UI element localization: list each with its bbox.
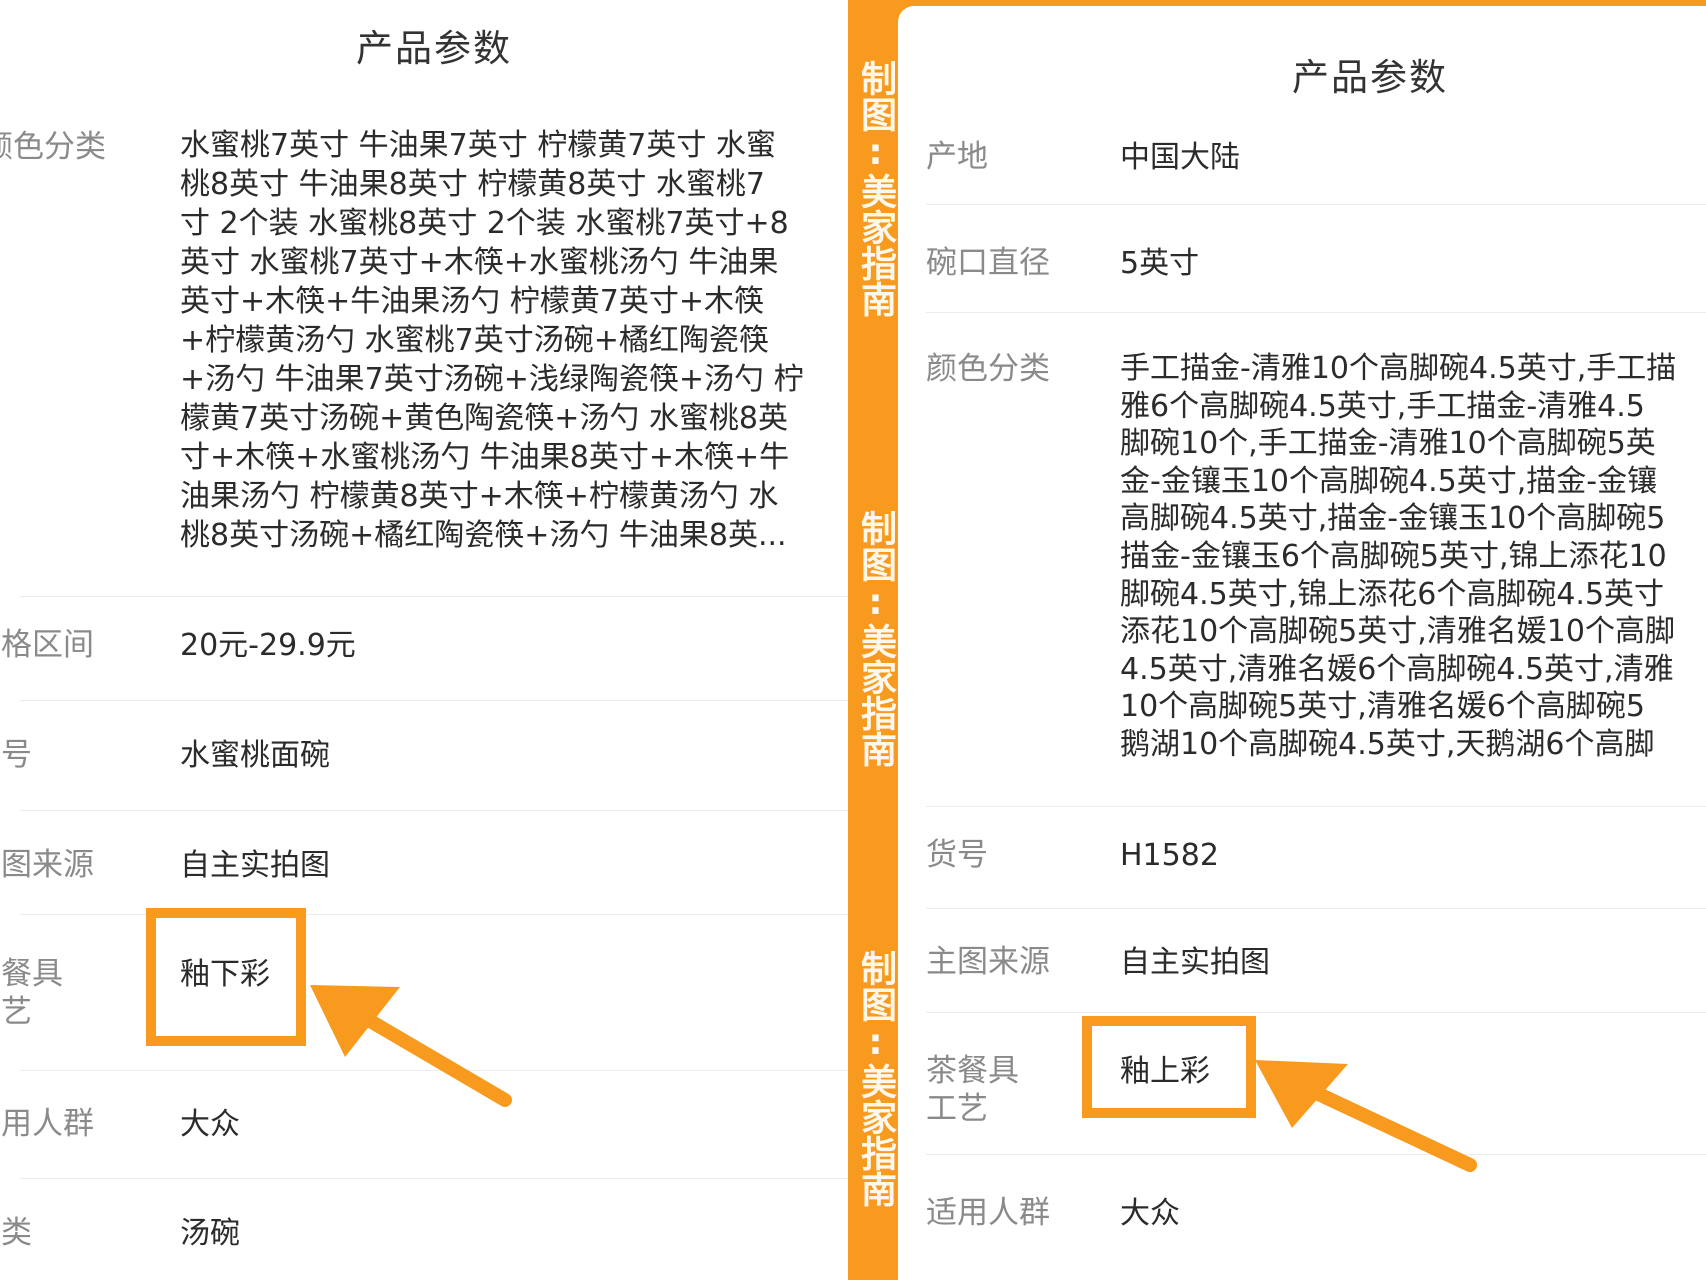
divider: [20, 810, 848, 811]
row-label: 主图来源: [0, 847, 94, 883]
row-label: 颜色分类: [0, 129, 106, 165]
value-line: 金-金镶玉10个高脚碗4.5英寸,描金-金镶: [1120, 463, 1658, 499]
arrow-left-pointer-icon: [310, 985, 512, 1107]
value-line: 4.5英寸,清雅名媛6个高脚碗4.5英寸,清雅: [1120, 651, 1674, 687]
arrow-right-pointer-icon: [1255, 1060, 1477, 1172]
row-value: 大众: [1120, 1196, 1180, 1231]
value-line: 檬黄7英寸汤碗+黄色陶瓷筷+汤勺 水蜜桃8英: [180, 401, 788, 436]
row-label: 适用人群: [926, 1195, 1050, 1231]
row-value-multiline: 水蜜桃7英寸 牛油果7英寸 柠檬黄7英寸 水蜜 桃8英寸 牛油果8英寸 柠檬黄8…: [180, 126, 804, 555]
row-value: 汤碗: [180, 1216, 240, 1251]
watermark-text: 制图:美家指南: [855, 510, 896, 767]
row-value: 中国大陆: [1120, 140, 1240, 175]
label-line: 工艺: [0, 994, 32, 1030]
row-label: 价格区间: [0, 627, 94, 663]
divider: [926, 204, 1706, 205]
row-label: 茶餐具 工艺: [0, 955, 63, 1031]
right-panel-title: 产品参数: [1292, 56, 1448, 99]
value-line: 脚碗10个,手工描金-清雅10个高脚碗5英: [1120, 426, 1656, 462]
value-line: 鹅湖10个高脚碗4.5英寸,天鹅湖6个高脚: [1120, 726, 1655, 762]
row-label: 主图来源: [926, 944, 1050, 980]
value-line: 雅6个高脚碗4.5英寸,手工描金-清雅4.5: [1120, 388, 1645, 424]
label-line: 茶餐具: [0, 956, 63, 992]
row-value: 自主实拍图: [1120, 945, 1270, 980]
left-panel-title: 产品参数: [356, 27, 512, 70]
watermark-text: 制图:美家指南: [855, 60, 896, 317]
value-line: +汤勺 牛油果7英寸汤碗+浅绿陶瓷筷+汤勺 柠: [180, 362, 804, 397]
value-line: 桃8英寸汤碗+橘红陶瓷筷+汤勺 牛油果8英...: [180, 518, 787, 553]
row-value: 5英寸: [1120, 246, 1200, 281]
value-line: 英寸 水蜜桃7英寸+木筷+水蜜桃汤勺 牛油果: [180, 245, 779, 280]
divider: [926, 312, 1706, 313]
value-line: 水蜜桃7英寸 牛油果7英寸 柠檬黄7英寸 水蜜: [180, 128, 776, 163]
value-line: 描金-金镶玉6个高脚碗5英寸,锦上添花10: [1120, 538, 1667, 574]
row-value: 自主实拍图: [180, 848, 330, 883]
row-value: 水蜜桃面碗: [180, 738, 330, 773]
row-label: 碗口直径: [926, 245, 1050, 281]
value-line: 桃8英寸 牛油果8英寸 柠檬黄8英寸 水蜜桃7: [180, 167, 765, 202]
watermark-text: 制图:美家指南: [855, 950, 896, 1207]
divider: [926, 908, 1706, 909]
divider: [926, 806, 1706, 807]
row-value-multiline: 手工描金-清雅10个高脚碗4.5英寸,手工描 雅6个高脚碗4.5英寸,手工描金-…: [1120, 350, 1676, 764]
value-line: +柠檬黄汤勺 水蜜桃7英寸汤碗+橘红陶瓷筷: [180, 323, 769, 358]
label-line: 工艺: [926, 1091, 988, 1127]
row-label: 产地: [926, 139, 988, 175]
value-line: 添花10个高脚碗5英寸,清雅名媛10个高脚: [1120, 614, 1675, 650]
row-label: 茶餐具 工艺: [926, 1052, 1019, 1128]
row-label: 货号: [0, 737, 32, 773]
value-line: 10个高脚碗5英寸,清雅名媛6个高脚碗5: [1120, 689, 1645, 725]
row-value: 20元-29.9元: [180, 628, 356, 663]
row-label: 分类: [0, 1215, 32, 1251]
divider: [20, 1178, 848, 1179]
value-line: 脚碗4.5英寸,锦上添花6个高脚碗4.5英寸: [1120, 576, 1665, 612]
left-craft-highlight-box: [146, 908, 306, 1046]
right-craft-highlight-box: [1082, 1016, 1256, 1118]
row-label: 适用人群: [0, 1106, 94, 1142]
value-line: 油果汤勺 柠檬黄8英寸+木筷+柠檬黄汤勺 水: [180, 479, 779, 514]
label-line: 茶餐具: [926, 1053, 1019, 1089]
divider: [926, 1012, 1706, 1013]
value-line: 手工描金-清雅10个高脚碗4.5英寸,手工描: [1120, 351, 1677, 386]
value-line: 英寸+木筷+牛油果汤勺 柠檬黄7英寸+木筷: [180, 284, 765, 319]
divider: [20, 596, 848, 597]
value-line: 寸+木筷+水蜜桃汤勺 牛油果8英寸+木筷+牛: [180, 440, 790, 475]
row-value: 大众: [180, 1107, 240, 1142]
value-line: 寸 2个装 水蜜桃8英寸 2个装 水蜜桃7英寸+8: [180, 206, 789, 241]
row-label: 颜色分类: [926, 351, 1050, 387]
value-line: 高脚碗4.5英寸,描金-金镶玉10个高脚碗5: [1120, 501, 1666, 537]
row-label: 货号: [926, 837, 988, 873]
row-value: H1582: [1120, 838, 1219, 873]
divider: [20, 700, 848, 701]
divider: [20, 914, 848, 915]
